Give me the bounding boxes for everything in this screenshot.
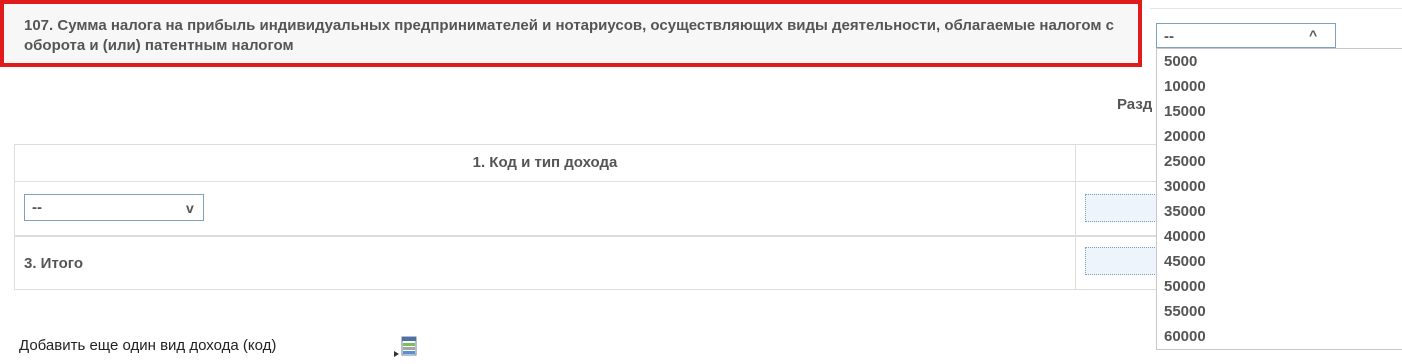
dropdown-option[interactable]: 15000 [1157, 99, 1402, 124]
dropdown-option[interactable]: 5000 [1157, 49, 1402, 74]
income-code-select[interactable]: -- v [24, 194, 204, 221]
total-label: 3. Итого [24, 255, 83, 272]
dropdown-option[interactable]: 55000 [1157, 299, 1402, 324]
dropdown-option[interactable]: 30000 [1157, 174, 1402, 199]
dropdown-option[interactable]: 50000 [1157, 274, 1402, 299]
dropdown-option[interactable]: 60000 [1157, 324, 1402, 349]
add-income-type-link[interactable]: Добавить еще один вид дохода (код) [19, 337, 276, 354]
chevron-up-icon: ^ [1309, 27, 1318, 43]
dropdown-option[interactable]: 10000 [1157, 74, 1402, 99]
add-row-icon[interactable] [392, 335, 418, 359]
dropdown-option[interactable]: 35000 [1157, 199, 1402, 224]
income-code-select-value: -- [32, 199, 42, 216]
chevron-down-icon: v [186, 200, 194, 216]
question-highlight: 107. Сумма налога на прибыль индивидуаль… [0, 0, 1142, 67]
dropdown-option[interactable]: 45000 [1157, 249, 1402, 274]
tax-amount-select-value: -- [1164, 28, 1174, 45]
column-header-income-code: 1. Код и тип дохода [472, 154, 618, 171]
tax-amount-select[interactable]: -- ^ [1156, 23, 1336, 48]
section-label: Разд [1117, 96, 1153, 113]
question-text: 107. Сумма налога на прибыль индивидуаль… [24, 17, 1114, 54]
dropdown-option[interactable]: 40000 [1157, 224, 1402, 249]
top-divider [1150, 8, 1402, 9]
dropdown-option[interactable]: 20000 [1157, 124, 1402, 149]
dropdown-option[interactable]: 25000 [1157, 149, 1402, 174]
tax-amount-dropdown-list: 5000 10000 15000 20000 25000 30000 35000 40000 4… [1156, 48, 1402, 350]
